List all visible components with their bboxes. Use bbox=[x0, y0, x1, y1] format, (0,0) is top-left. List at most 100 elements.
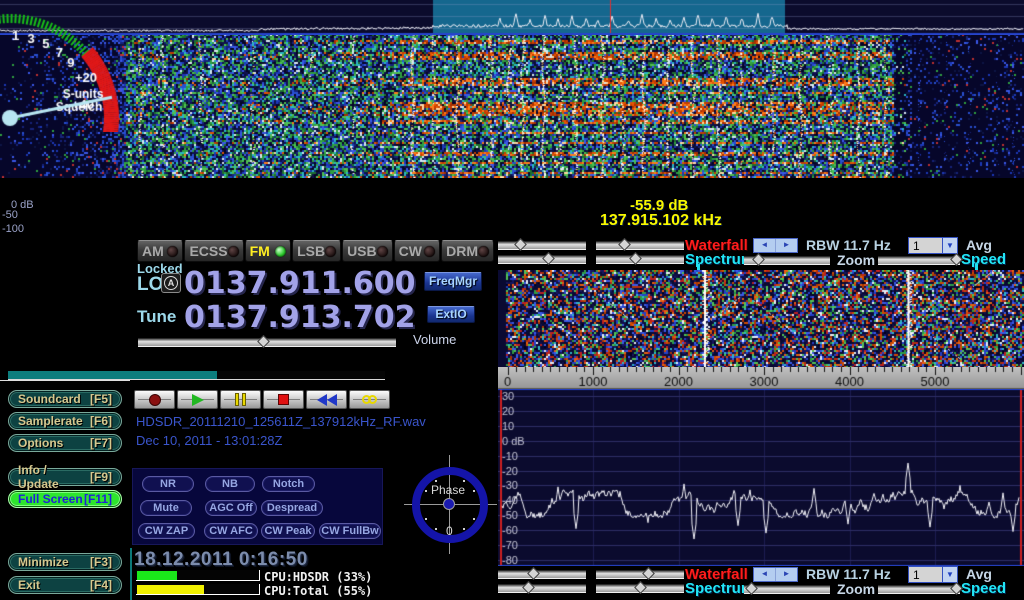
despread-button[interactable]: Despread bbox=[261, 500, 323, 516]
mode-drm-button[interactable]: DRM bbox=[441, 240, 494, 262]
mode-usb-button[interactable]: USB bbox=[342, 240, 393, 262]
notch-button[interactable]: Notch bbox=[262, 476, 315, 492]
avg-count-dropdown[interactable]: 1 ▼ bbox=[908, 566, 958, 583]
mode-led-icon bbox=[377, 246, 388, 257]
spectrum-contrast-slider[interactable] bbox=[596, 584, 684, 593]
scroll-left-icon[interactable]: ◄ bbox=[754, 239, 776, 252]
scroll-right-icon[interactable]: ► bbox=[776, 568, 797, 581]
speed-slider[interactable] bbox=[878, 256, 960, 265]
record-button[interactable] bbox=[134, 390, 175, 409]
cw-afc-button[interactable]: CW AFC bbox=[204, 523, 258, 539]
button-label: Options bbox=[18, 436, 63, 450]
s-meter[interactable] bbox=[0, 0, 130, 132]
zoom-label: Zoom bbox=[837, 252, 875, 268]
button-label: Samplerate bbox=[18, 414, 83, 428]
extio-button[interactable]: ExtIO bbox=[427, 306, 475, 323]
avg-count-value: 1 bbox=[909, 238, 942, 253]
spectrum-gain-slider[interactable] bbox=[498, 584, 586, 593]
info-update-button[interactable]: Info / Update [F9] bbox=[8, 468, 122, 486]
mute-button[interactable]: Mute bbox=[140, 500, 192, 516]
stop-button[interactable] bbox=[263, 390, 304, 409]
slider-thumb[interactable] bbox=[542, 252, 555, 265]
mode-lsb-button[interactable]: LSB bbox=[292, 240, 341, 262]
mode-led-icon bbox=[275, 246, 286, 257]
mode-led-icon bbox=[167, 246, 178, 257]
minimize-button[interactable]: Minimize [F3] bbox=[8, 553, 122, 571]
zoom-slider[interactable] bbox=[744, 585, 830, 594]
mode-am-button[interactable]: AM bbox=[137, 240, 183, 262]
slider-thumb[interactable] bbox=[629, 252, 642, 265]
spectrum-db-label: -50 bbox=[2, 209, 18, 221]
mode-selector: AM ECSS FM LSB USB CW DRM bbox=[137, 240, 494, 262]
slider-thumb[interactable] bbox=[257, 335, 270, 348]
freqmgr-button[interactable]: FreqMgr bbox=[424, 272, 482, 291]
soundcard-button[interactable]: Soundcard [F5] bbox=[8, 390, 122, 408]
avg-count-dropdown[interactable]: 1 ▼ bbox=[908, 237, 958, 254]
mode-label: ECSS bbox=[189, 243, 227, 259]
slider-thumb[interactable] bbox=[514, 238, 527, 251]
samplerate-button[interactable]: Samplerate [F6] bbox=[8, 412, 122, 430]
rewind-icon bbox=[317, 394, 337, 406]
play-button[interactable] bbox=[177, 390, 218, 409]
spectrum-db-label: -100 bbox=[2, 223, 24, 235]
waterfall-gain-slider[interactable] bbox=[498, 570, 586, 579]
stop-icon bbox=[278, 394, 289, 405]
slider-thumb[interactable] bbox=[527, 567, 540, 580]
button-fkey: [F3] bbox=[90, 555, 112, 569]
waterfall-scroll-arrows[interactable]: ◄ ► bbox=[753, 567, 798, 582]
slider-thumb[interactable] bbox=[745, 582, 758, 595]
speed-label: Speed bbox=[961, 580, 1006, 597]
lo-frequency-display[interactable]: 0137.911.600 bbox=[184, 266, 416, 301]
waterfall-gain-slider[interactable] bbox=[498, 241, 586, 250]
pause-icon bbox=[235, 393, 246, 406]
squelch-bar[interactable] bbox=[8, 371, 385, 380]
scroll-left-icon[interactable]: ◄ bbox=[754, 568, 776, 581]
mode-cw-button[interactable]: CW bbox=[394, 240, 440, 262]
loop-button[interactable] bbox=[349, 390, 390, 409]
cw-fullbw-button[interactable]: CW FullBw bbox=[319, 523, 381, 539]
full-screen-button[interactable]: Full Screen [F11] bbox=[8, 490, 122, 508]
slider-thumb[interactable] bbox=[643, 567, 656, 580]
speed-label: Speed bbox=[961, 251, 1006, 268]
tune-frequency-display[interactable]: 0137.913.702 bbox=[184, 300, 416, 335]
slider-thumb[interactable] bbox=[523, 581, 536, 594]
volume-slider[interactable] bbox=[138, 338, 396, 347]
volume-label: Volume bbox=[413, 332, 456, 347]
spectrum-contrast-slider[interactable] bbox=[596, 255, 684, 264]
options-button[interactable]: Options [F7] bbox=[8, 434, 122, 452]
exit-button[interactable]: Exit [F4] bbox=[8, 576, 122, 594]
button-label: Minimize bbox=[18, 555, 69, 569]
dsp-panel: NR NB Notch Mute AGC Off Despread CW ZAP… bbox=[132, 468, 383, 545]
speed-slider[interactable] bbox=[878, 585, 960, 594]
cpu-hdsdr-label: CPU:HDSDR (33%) bbox=[264, 570, 372, 584]
cw-zap-button[interactable]: CW ZAP bbox=[138, 523, 195, 539]
zoom-slider[interactable] bbox=[744, 256, 830, 265]
slider-thumb[interactable] bbox=[618, 238, 631, 251]
waterfall-contrast-slider[interactable] bbox=[596, 570, 684, 579]
mode-ecss-button[interactable]: ECSS bbox=[184, 240, 243, 262]
lo-a-badge[interactable]: A bbox=[161, 273, 181, 293]
main-spectrum[interactable] bbox=[0, 0, 1024, 35]
rewind-button[interactable] bbox=[306, 390, 347, 409]
mode-label: AM bbox=[142, 243, 164, 259]
scroll-right-icon[interactable]: ► bbox=[776, 239, 797, 252]
cursor-frequency-readout: 137.915.102 kHz bbox=[600, 212, 722, 230]
rx-waterfall[interactable] bbox=[498, 270, 1024, 367]
rx-frequency-scale[interactable] bbox=[498, 367, 1024, 389]
dropdown-arrow-icon[interactable]: ▼ bbox=[942, 567, 957, 582]
mode-fm-button[interactable]: FM bbox=[245, 240, 291, 262]
spectrum-gain-slider[interactable] bbox=[498, 255, 586, 264]
slider-thumb[interactable] bbox=[752, 253, 765, 266]
nb-button[interactable]: NB bbox=[205, 476, 255, 492]
agc-off-button[interactable]: AGC Off bbox=[205, 500, 257, 516]
rx-audio-spectrum[interactable] bbox=[498, 389, 1024, 566]
nr-button[interactable]: NR bbox=[142, 476, 194, 492]
pause-button[interactable] bbox=[220, 390, 261, 409]
waterfall-scroll-arrows[interactable]: ◄ ► bbox=[753, 238, 798, 253]
dropdown-arrow-icon[interactable]: ▼ bbox=[942, 238, 957, 253]
cw-peak-button[interactable]: CW Peak bbox=[261, 523, 315, 539]
slider-thumb[interactable] bbox=[635, 581, 648, 594]
waterfall-contrast-slider[interactable] bbox=[596, 241, 684, 250]
badge-letter: A bbox=[164, 276, 178, 290]
rbw-label: RBW 11.7 Hz bbox=[806, 566, 891, 582]
